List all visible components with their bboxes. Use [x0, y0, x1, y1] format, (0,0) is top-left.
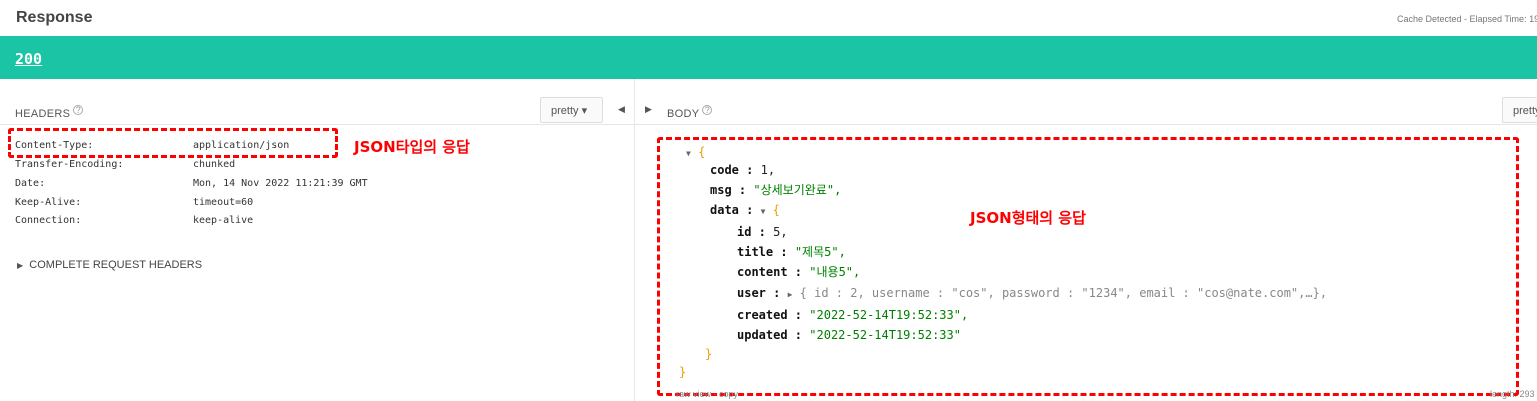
body-pretty-label: pretty	[1513, 105, 1537, 117]
cache-status: Cache Detected - Elapsed Time: 19	[1397, 14, 1537, 24]
annotation-json-type: JSON타입의 응답	[354, 138, 470, 156]
collapse-left-icon[interactable]: ◀	[618, 104, 625, 115]
panel-divider	[634, 79, 635, 401]
header-key: Date:	[15, 178, 46, 189]
caret-right-icon: ▶	[17, 261, 24, 270]
status-code-link[interactable]: 200	[15, 50, 42, 68]
headers-divider	[0, 124, 634, 125]
content-type-highlight	[8, 128, 338, 158]
header-value: chunked	[193, 159, 236, 170]
headers-pretty-label: pretty	[551, 105, 579, 117]
header-row: Keep-Alive: timeout=60	[15, 194, 253, 212]
complete-request-headers-toggle[interactable]: ▶ COMPLETE REQUEST HEADERS	[17, 259, 202, 271]
header-key: Connection:	[15, 215, 82, 226]
status-bar: 200	[0, 36, 1537, 79]
body-divider	[635, 124, 1537, 125]
header-row: Connection: keep-alive	[15, 212, 253, 230]
header-row: Date: Mon, 14 Nov 2022 11:21:39 GMT	[15, 175, 368, 193]
body-footer-actions[interactable]: raw view · copy	[676, 389, 738, 399]
expand-right-icon[interactable]: ▶	[645, 104, 652, 115]
body-label-text: BODY	[667, 108, 700, 120]
body-pretty-dropdown[interactable]: pretty	[1502, 97, 1537, 123]
body-label: BODY?	[667, 105, 713, 120]
header-key: Keep-Alive:	[15, 197, 82, 208]
caret-down-icon: ▾	[581, 105, 588, 117]
complete-request-headers-label: COMPLETE REQUEST HEADERS	[29, 259, 203, 271]
body-help-icon[interactable]: ?	[702, 105, 713, 115]
body-length: length: 293	[1490, 389, 1535, 399]
body-highlight	[657, 137, 1519, 396]
header-key: Transfer-Encoding:	[15, 159, 124, 170]
annotation-json-form: JSON형태의 응답	[970, 209, 1086, 227]
header-value: Mon, 14 Nov 2022 11:21:39 GMT	[193, 178, 368, 189]
header-row: Transfer-Encoding: chunked	[15, 156, 235, 174]
header-value: keep-alive	[193, 215, 254, 226]
response-title: Response	[16, 9, 93, 26]
headers-pretty-dropdown[interactable]: pretty ▾	[540, 97, 603, 123]
headers-label: HEADERS?	[15, 105, 84, 120]
headers-help-icon[interactable]: ?	[73, 105, 84, 115]
headers-label-text: HEADERS	[15, 108, 71, 120]
header-value: timeout=60	[193, 197, 254, 208]
